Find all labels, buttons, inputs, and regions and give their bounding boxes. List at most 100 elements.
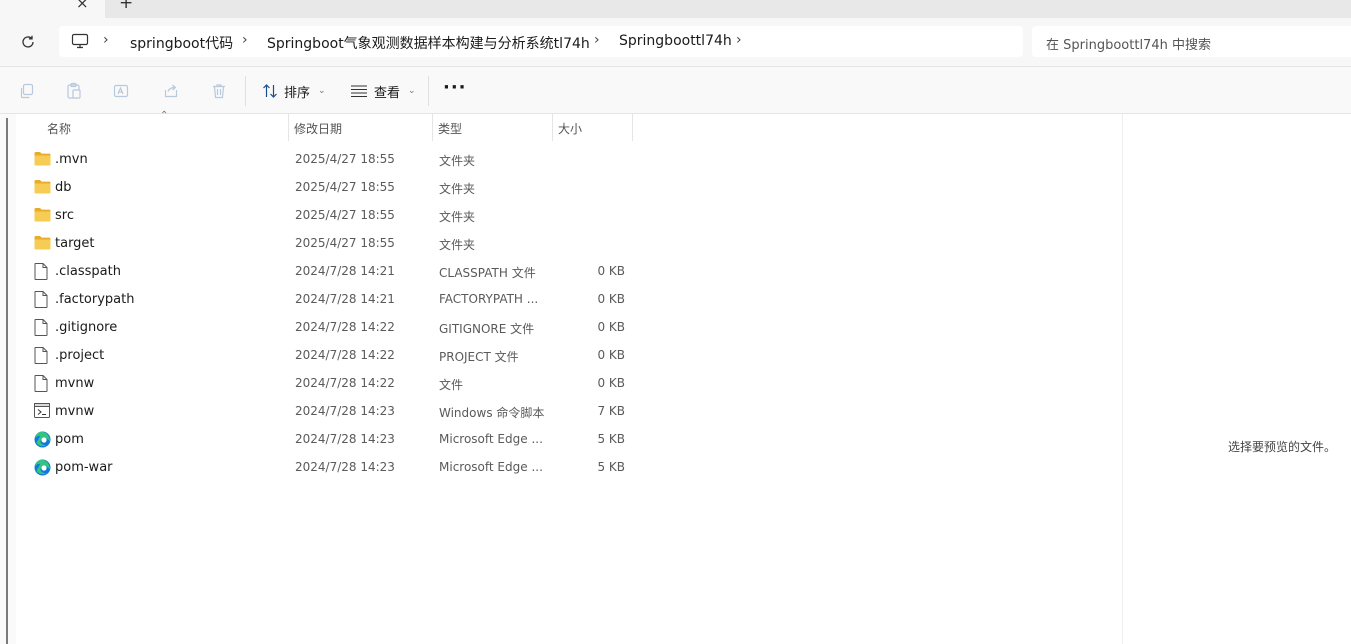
file-modified: 2024/7/28 14:21 [295,264,395,278]
search-placeholder: 在 Springboottl74h 中搜索 [1046,38,1211,53]
paste-icon[interactable] [65,82,83,100]
file-name: db [55,180,72,195]
pane-scrollbar[interactable] [6,118,8,644]
file-name: src [55,208,74,223]
file-modified: 2025/4/27 18:55 [295,236,395,250]
file-name: .mvn [55,152,88,167]
file-type: GITIGNORE 文件 [439,322,535,336]
folder-icon [34,207,51,223]
search-box[interactable]: 在 Springboottl74h 中搜索 [1032,26,1351,57]
column-header-name[interactable]: 名称 [38,114,288,141]
edge-icon [34,459,51,476]
address-bar[interactable]: › springboot代码 › Springboot气象观测数据样本构建与分析… [59,26,1023,57]
file-row[interactable]: pom 2024/7/28 14:23 Microsoft Edge ... 5 KB [28,425,638,453]
view-icon [351,85,367,98]
file-type: Microsoft Edge ... [439,432,543,446]
file-name: .project [55,348,105,363]
file-type: CLASSPATH 文件 [439,266,536,280]
tab-strip: × + [0,0,1351,18]
breadcrumb-item[interactable]: springboot代码 [130,33,233,53]
file-size: 0 KB [597,292,625,306]
delete-icon[interactable] [210,82,228,100]
file-type: Windows 命令脚本 [439,406,545,420]
folder-icon [34,151,51,167]
file-name: pom-war [55,460,113,475]
sort-icon [263,84,277,98]
more-options-icon[interactable]: ··· [443,77,467,98]
file-row[interactable]: pom-war 2024/7/28 14:23 Microsoft Edge ...… [28,453,638,481]
tab-close-icon[interactable]: × [76,0,89,12]
file-row[interactable]: .gitignore 2024/7/28 14:22 GITIGNORE 文件 0 K… [28,313,638,341]
view-button[interactable]: 查看 ⌄ [350,80,416,102]
breadcrumb-item[interactable]: Springboot气象观测数据样本构建与分析系统tl74h [267,33,590,53]
file-type: FACTORYPATH ... [439,292,539,306]
file-name: target [55,236,95,251]
file-icon [34,375,51,392]
file-size: 5 KB [597,432,625,446]
refresh-icon[interactable] [18,32,38,52]
column-header-type[interactable]: 类型 [433,114,552,141]
file-row[interactable]: db 2025/4/27 18:55 文件夹 [28,173,638,201]
file-size: 0 KB [597,376,625,390]
file-row[interactable]: target 2025/4/27 18:55 文件夹 [28,229,638,257]
preview-pane-divider[interactable] [1122,114,1123,644]
file-size: 0 KB [597,320,625,334]
column-header-size[interactable]: 大小 [553,114,632,141]
file-row[interactable]: .project 2024/7/28 14:22 PROJECT 文件 0 KB [28,341,638,369]
navigation-bar: › springboot代码 › Springboot气象观测数据样本构建与分析… [0,18,1351,67]
edge-icon [34,431,51,448]
breadcrumb-chevron-icon[interactable]: › [736,32,742,48]
column-header-modified[interactable]: 修改日期 [289,114,432,141]
file-modified: 2025/4/27 18:55 [295,208,395,222]
share-icon[interactable] [162,82,180,100]
new-tab-icon[interactable]: + [119,0,133,13]
column-divider[interactable] [632,114,633,141]
file-icon [34,319,51,336]
file-row[interactable]: .factorypath 2024/7/28 14:21 FACTORYPATH .… [28,285,638,313]
command-bar: 排序 ⌄ 查看 ⌄ ··· [0,67,1351,114]
chevron-down-icon: ⌄ [318,86,326,96]
chevron-down-icon: ⌄ [408,86,416,96]
file-type: 文件夹 [439,154,476,168]
file-icon [34,347,51,364]
copy-icon[interactable] [18,82,36,100]
file-size: 5 KB [597,460,625,474]
file-modified: 2025/4/27 18:55 [295,180,395,194]
file-name: pom [55,432,84,447]
file-icon [34,263,51,280]
breadcrumb-chevron-icon[interactable]: › [103,32,109,48]
file-modified: 2024/7/28 14:23 [295,404,395,418]
file-modified: 2024/7/28 14:22 [295,348,395,362]
file-list: .mvn 2025/4/27 18:55 文件夹 db 2025/4/27 18:55 文… [28,145,638,481]
folder-icon [34,179,51,195]
file-name: .classpath [55,264,121,279]
file-size: 0 KB [597,264,625,278]
file-icon [34,291,51,308]
sort-button[interactable]: 排序 ⌄ [262,80,326,102]
folder-icon [34,235,51,251]
active-tab[interactable]: × [0,0,105,18]
file-size: 7 KB [597,404,625,418]
breadcrumb-chevron-icon[interactable]: › [594,32,600,48]
view-label: 查看 [374,85,401,101]
toolbar-divider [428,76,429,106]
file-name: mvnw [55,404,95,419]
rename-icon[interactable] [113,82,131,100]
this-pc-icon[interactable] [71,33,89,53]
file-type: 文件 [439,378,464,392]
file-type: 文件夹 [439,210,476,224]
script-icon [34,403,51,419]
file-row[interactable]: .classpath 2024/7/28 14:21 CLASSPATH 文件 0 K… [28,257,638,285]
file-type: 文件夹 [439,182,476,196]
preview-empty-text: 选择要预览的文件。 [1228,440,1337,454]
file-row[interactable]: mvnw 2024/7/28 14:22 文件 0 KB [28,369,638,397]
file-type: Microsoft Edge ... [439,460,543,474]
sort-label: 排序 [284,85,311,101]
file-size: 0 KB [597,348,625,362]
breadcrumb-chevron-icon[interactable]: › [242,32,248,48]
file-row[interactable]: .mvn 2025/4/27 18:55 文件夹 [28,145,638,173]
file-name: .gitignore [55,320,118,335]
file-row[interactable]: mvnw 2024/7/28 14:23 Windows 命令脚本 7 KB [28,397,638,425]
file-row[interactable]: src 2025/4/27 18:55 文件夹 [28,201,638,229]
breadcrumb-item[interactable]: Springboottl74h [619,33,732,49]
